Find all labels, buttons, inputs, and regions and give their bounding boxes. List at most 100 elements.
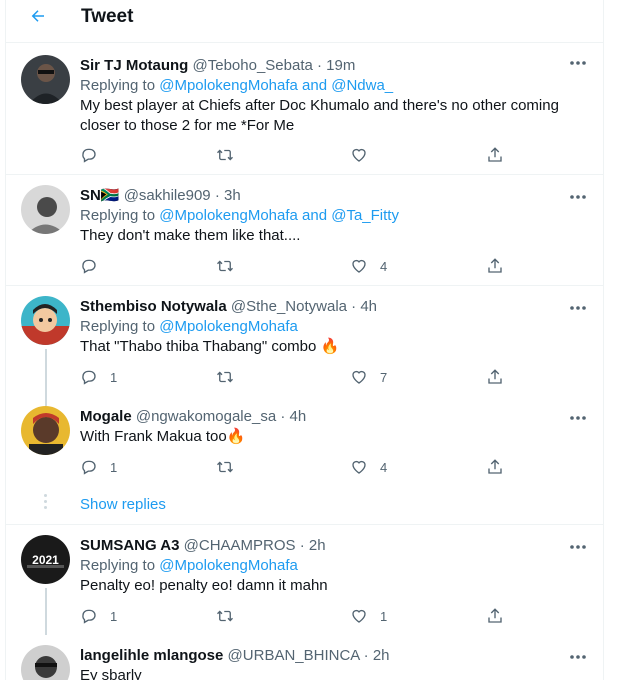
replying-label: Replying to [80, 557, 156, 574]
tweet-text-line: My best player at Chiefs after Doc Khuma… [80, 97, 559, 114]
tweet-header: Mogale @ngwakomogale_sa · 4h [80, 407, 587, 427]
more-options-button[interactable] [569, 53, 587, 65]
author-name[interactable]: SN🇿🇦 [80, 187, 120, 204]
share-icon [488, 147, 502, 162]
share-button[interactable] [486, 606, 504, 626]
reply-button[interactable] [80, 145, 110, 165]
tweet-card[interactable]: 2021 SUMSANG A3 @CHAAMPROS · 2h Replying… [6, 525, 603, 635]
more-icon [570, 416, 586, 420]
share-icon [488, 258, 502, 273]
heart-icon [352, 460, 366, 474]
reply-context: Replying to @MpolokengMohafa and @Ndwa_ [80, 76, 587, 96]
more-options-button[interactable] [569, 298, 587, 310]
retweet-button[interactable] [216, 256, 234, 276]
tweet-card[interactable]: Mogale @ngwakomogale_sa · 4h With Frank … [6, 396, 603, 486]
retweet-button[interactable] [216, 145, 234, 165]
timeline-column: Tweet Sir TJ Motaung @Teboho_Sebata · 19… [5, 0, 604, 680]
back-button[interactable] [24, 4, 52, 28]
tweet-header: Sir TJ Motaung @Teboho_Sebata · 19m [80, 56, 587, 76]
tweet-time[interactable]: · 4h [351, 298, 377, 315]
tweet-text: That "Thabo thiba Thabang" combo 🔥 [80, 338, 340, 355]
more-options-button[interactable] [569, 408, 587, 420]
like-button[interactable]: 1 [350, 606, 387, 626]
author-name[interactable]: SUMSANG A3 [80, 537, 179, 554]
author-handle[interactable]: @Teboho_Sebata [193, 57, 313, 74]
like-button[interactable]: 7 [350, 367, 387, 387]
tweet-actions: 4 [80, 256, 502, 276]
tweet-time[interactable]: · 2h [300, 537, 326, 554]
more-options-button[interactable] [569, 647, 587, 659]
author-name[interactable]: langelihle mlangose [80, 647, 223, 664]
more-icon [570, 195, 586, 199]
thread-dots [44, 494, 48, 512]
author-name[interactable]: Sthembiso Notywala [80, 298, 227, 315]
tweet-card[interactable]: SN🇿🇦 @sakhile909 · 3h Replying to @Mpolo… [6, 175, 603, 286]
retweet-icon [217, 371, 233, 383]
share-button[interactable] [486, 145, 504, 165]
tweet-card[interactable]: langelihle mlangose @URBAN_BHINCA · 2h E… [6, 635, 603, 680]
author-handle[interactable]: @CHAAMPROS [184, 537, 296, 554]
avatar[interactable] [21, 406, 70, 455]
author-handle[interactable]: @URBAN_BHINCA [228, 647, 360, 664]
tweet-card[interactable]: Sthembiso Notywala @Sthe_Notywala · 4h R… [6, 286, 603, 406]
like-button[interactable]: 4 [350, 457, 387, 477]
retweet-icon [217, 260, 233, 272]
tweet-time[interactable]: · 2h [364, 647, 390, 664]
reply-mention[interactable]: @MpolokengMohafa [159, 557, 298, 574]
tweet-time[interactable]: · 19m [317, 57, 355, 74]
share-button[interactable] [486, 457, 504, 477]
reply-context: Replying to @MpolokengMohafa [80, 317, 587, 337]
reply-button[interactable]: 1 [80, 457, 117, 477]
heart-icon [352, 370, 366, 384]
retweet-button[interactable] [216, 367, 234, 387]
reply-count: 1 [110, 608, 118, 624]
like-count: 4 [380, 258, 388, 274]
reply-button[interactable] [80, 256, 110, 276]
reply-mention[interactable]: @MpolokengMohafa and @Ta_Fitty [159, 207, 399, 224]
reply-mention[interactable]: @MpolokengMohafa [159, 318, 298, 335]
share-button[interactable] [486, 367, 504, 387]
tweet-time[interactable]: · 3h [215, 187, 241, 204]
reply-button[interactable]: 1 [80, 367, 117, 387]
author-handle[interactable]: @sakhile909 [124, 187, 211, 204]
tweet-text-line: closer to those 2 for me *For Me [80, 117, 295, 134]
author-name[interactable]: Sir TJ Motaung [80, 57, 188, 74]
avatar[interactable] [21, 55, 70, 104]
tweet-time[interactable]: · 4h [280, 408, 306, 425]
replying-label: Replying to [80, 77, 156, 94]
like-count: 7 [380, 369, 388, 385]
show-replies-row[interactable]: Show replies [6, 486, 603, 525]
author-handle[interactable]: @Sthe_Notywala [231, 298, 347, 315]
avatar[interactable]: 2021 [21, 535, 70, 584]
share-icon [488, 369, 502, 384]
retweet-button[interactable] [216, 606, 234, 626]
tweet-text: Ey sbarly [80, 667, 142, 680]
reply-button[interactable]: 1 [80, 606, 117, 626]
avatar[interactable] [21, 645, 70, 680]
author-name[interactable]: Mogale [80, 408, 132, 425]
more-options-button[interactable] [569, 537, 587, 549]
tweet-header: SN🇿🇦 @sakhile909 · 3h [80, 186, 587, 206]
avatar[interactable] [21, 185, 70, 234]
reply-icon [82, 609, 96, 624]
author-handle[interactable]: @ngwakomogale_sa [136, 408, 276, 425]
tweet-body: SN🇿🇦 @sakhile909 · 3h Replying to @Mpolo… [80, 186, 587, 246]
like-button[interactable]: 4 [350, 256, 387, 276]
tweet-text: With Frank Makua too🔥 [80, 428, 246, 445]
like-button[interactable] [350, 145, 380, 165]
show-replies-link[interactable]: Show replies [80, 496, 166, 513]
more-options-button[interactable] [569, 187, 587, 199]
tweet-actions: 1 4 [80, 457, 502, 477]
reply-mention[interactable]: @MpolokengMohafa and @Ndwa_ [159, 77, 393, 94]
share-button[interactable] [486, 256, 504, 276]
reply-icon [82, 370, 96, 385]
tweet-card[interactable]: Sir TJ Motaung @Teboho_Sebata · 19m Repl… [6, 43, 603, 175]
like-count: 1 [380, 608, 388, 624]
reply-count: 1 [110, 459, 118, 475]
avatar[interactable] [21, 296, 70, 345]
more-icon [570, 306, 586, 310]
retweet-button[interactable] [216, 457, 234, 477]
reply-context: Replying to @MpolokengMohafa [80, 556, 587, 576]
more-icon [570, 545, 586, 549]
tweet-header: langelihle mlangose @URBAN_BHINCA · 2h [80, 646, 587, 666]
